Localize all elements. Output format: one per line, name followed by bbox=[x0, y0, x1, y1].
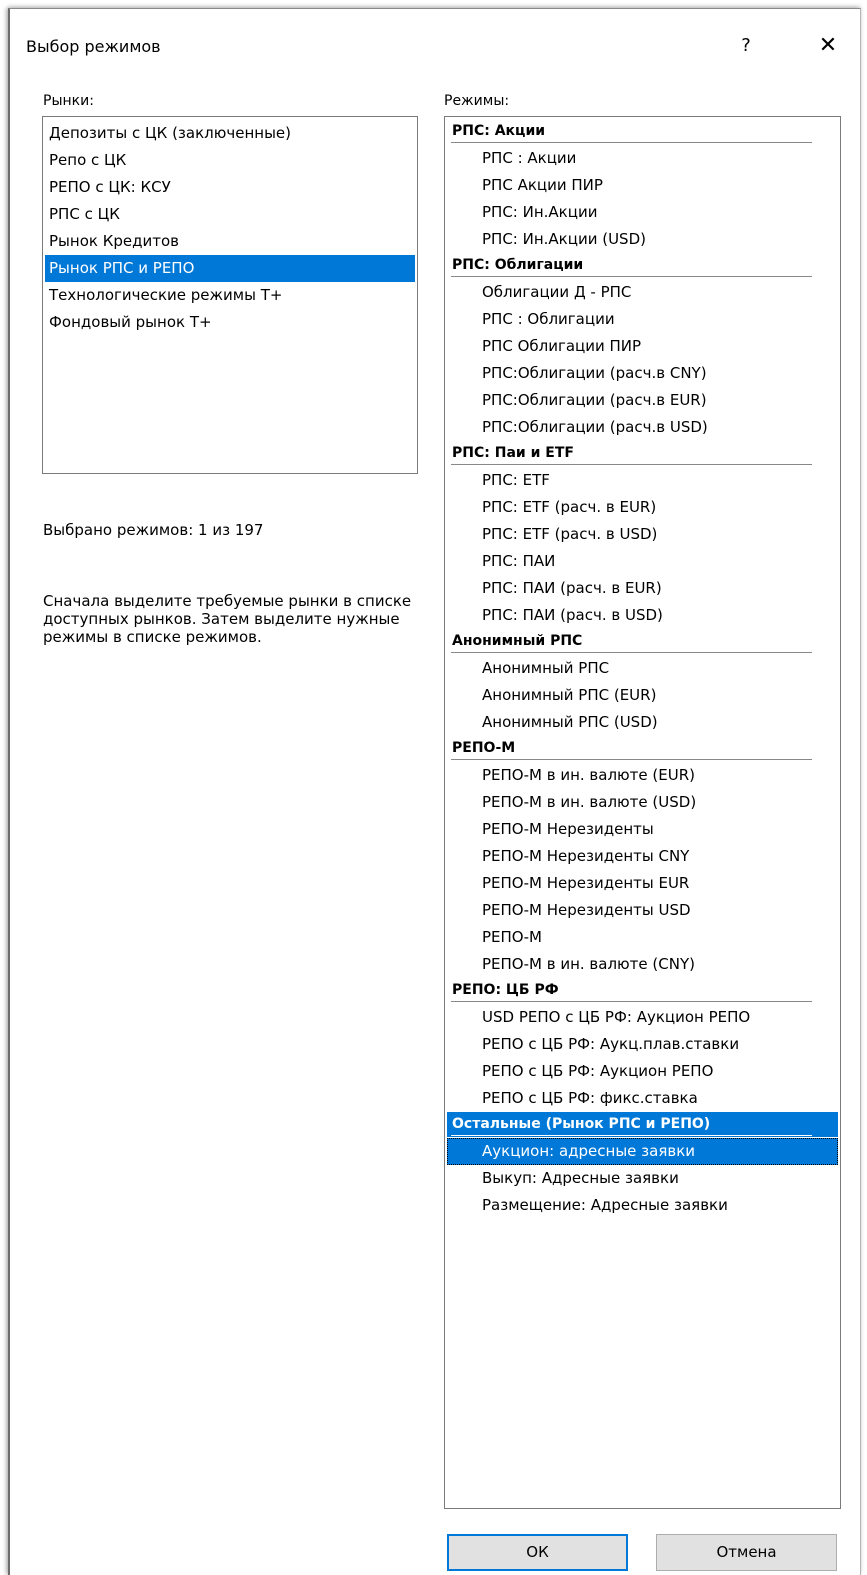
ok-button[interactable]: ОК bbox=[447, 1534, 628, 1571]
mode-group-header[interactable]: РЕПО-М bbox=[447, 736, 838, 761]
markets-listbox[interactable]: Депозиты с ЦК (заключенные) Репо с ЦК РЕПО… bbox=[42, 116, 418, 474]
mode-item[interactable]: РПС: ПАИ (расч. в USD) bbox=[447, 602, 838, 629]
market-item[interactable]: РПС с ЦК bbox=[45, 201, 415, 228]
mode-item[interactable]: РПС : Облигации bbox=[447, 306, 838, 333]
modes-label: Режимы: bbox=[444, 93, 510, 109]
mode-item[interactable]: РПС Акции ПИР bbox=[447, 172, 838, 199]
mode-item[interactable]: РЕПО-М bbox=[447, 924, 838, 951]
mode-item[interactable]: Выкуп: Адресные заявки bbox=[447, 1165, 838, 1192]
market-item[interactable]: Фондовый рынок Т+ bbox=[45, 309, 415, 336]
mode-item[interactable]: РПС : Акции bbox=[447, 145, 838, 172]
mode-item[interactable]: РПС:Облигации (расч.в CNY) bbox=[447, 360, 838, 387]
mode-item[interactable]: РПС: ETF (расч. в EUR) bbox=[447, 494, 838, 521]
mode-group: Анонимный РПС Анонимный РПС (EUR) Анонимны… bbox=[445, 655, 840, 736]
market-item[interactable]: РЕПО с ЦК: КСУ bbox=[45, 174, 415, 201]
help-button[interactable]: ? bbox=[726, 31, 766, 61]
mode-item[interactable]: РЕПО-М Нерезиденты bbox=[447, 816, 838, 843]
mode-group: USD РЕПО с ЦБ РФ: Аукцион РЕПО РЕПО с ЦБ … bbox=[445, 1004, 840, 1112]
mode-item[interactable]: РЕПО с ЦБ РФ: Аукц.плав.ставки bbox=[447, 1031, 838, 1058]
mode-item[interactable]: РЕПО с ЦБ РФ: Аукцион РЕПО bbox=[447, 1058, 838, 1085]
modes-listbox[interactable]: РПС: Акции РПС : Акции РПС Акции ПИР РПС: И… bbox=[444, 116, 841, 1509]
mode-item[interactable]: РПС: ПАИ (расч. в EUR) bbox=[447, 575, 838, 602]
market-item[interactable]: Репо с ЦК bbox=[45, 147, 415, 174]
close-icon: ✕ bbox=[818, 33, 838, 58]
markets-label: Рынки: bbox=[43, 93, 94, 109]
mode-item[interactable]: РПС: Ин.Акции bbox=[447, 199, 838, 226]
mode-item[interactable]: РЕПО-М в ин. валюте (CNY) bbox=[447, 951, 838, 978]
mode-item[interactable]: РПС: ETF bbox=[447, 467, 838, 494]
mode-group-header[interactable]: Остальные (Рынок РПС и РЕПО) bbox=[447, 1112, 838, 1137]
mode-item[interactable]: Анонимный РПС bbox=[447, 655, 838, 682]
mode-item[interactable]: РЕПО с ЦБ РФ: фикс.ставка bbox=[447, 1085, 838, 1112]
mode-group-header[interactable]: РПС: Паи и ETF bbox=[447, 441, 838, 466]
mode-item[interactable]: Аукцион: адресные заявки bbox=[447, 1138, 838, 1165]
market-item[interactable]: Рынок РПС и РЕПО bbox=[45, 255, 415, 282]
dialog-window: Выбор режимов ? ✕ Рынки: Депозиты с ЦК (… bbox=[8, 8, 861, 1575]
mode-item[interactable]: РЕПО-М Нерезиденты CNY bbox=[447, 843, 838, 870]
mode-item[interactable]: РПС: Ин.Акции (USD) bbox=[447, 226, 838, 253]
mode-group: Аукцион: адресные заявки Выкуп: Адресные … bbox=[445, 1138, 840, 1219]
mode-item[interactable]: РПС:Облигации (расч.в USD) bbox=[447, 414, 838, 441]
mode-item[interactable]: Анонимный РПС (EUR) bbox=[447, 682, 838, 709]
market-item[interactable]: Технологические режимы Т+ bbox=[45, 282, 415, 309]
mode-group: РЕПО-М в ин. валюте (EUR) РЕПО-М в ин. ва… bbox=[445, 762, 840, 978]
mode-item[interactable]: РЕПО-М в ин. валюте (EUR) bbox=[447, 762, 838, 789]
market-item[interactable]: Рынок Кредитов bbox=[45, 228, 415, 255]
mode-item[interactable]: Размещение: Адресные заявки bbox=[447, 1192, 838, 1219]
mode-item[interactable]: РЕПО-М Нерезиденты USD bbox=[447, 897, 838, 924]
mode-item[interactable]: USD РЕПО с ЦБ РФ: Аукцион РЕПО bbox=[447, 1004, 838, 1031]
mode-group: РПС: ETF РПС: ETF (расч. в EUR) РПС: ETF (… bbox=[445, 467, 840, 629]
close-button[interactable]: ✕ bbox=[808, 31, 848, 61]
mode-item[interactable]: Облигации Д - РПС bbox=[447, 279, 838, 306]
mode-item[interactable]: РЕПО-М Нерезиденты EUR bbox=[447, 870, 838, 897]
selected-count-text: Выбрано режимов: 1 из 197 bbox=[43, 521, 264, 539]
mode-item[interactable]: РПС: ПАИ bbox=[447, 548, 838, 575]
cancel-button[interactable]: Отмена bbox=[656, 1534, 837, 1571]
mode-item[interactable]: Анонимный РПС (USD) bbox=[447, 709, 838, 736]
dialog-title: Выбор режимов bbox=[26, 37, 161, 56]
mode-item[interactable]: РПС Облигации ПИР bbox=[447, 333, 838, 360]
market-item[interactable]: Депозиты с ЦК (заключенные) bbox=[45, 120, 415, 147]
hint-text: Сначала выделите требуемые рынки в списк… bbox=[43, 592, 412, 646]
mode-item[interactable]: РПС: ETF (расч. в USD) bbox=[447, 521, 838, 548]
mode-group-header[interactable]: Анонимный РПС bbox=[447, 629, 838, 654]
mode-group: Облигации Д - РПС РПС : Облигации РПС Обли… bbox=[445, 279, 840, 441]
mode-group-header[interactable]: РПС: Акции bbox=[447, 119, 838, 144]
mode-group-header[interactable]: РЕПО: ЦБ РФ bbox=[447, 978, 838, 1003]
mode-item[interactable]: РПС:Облигации (расч.в EUR) bbox=[447, 387, 838, 414]
title-bar: Выбор режимов ? ✕ bbox=[10, 9, 860, 83]
mode-item[interactable]: РЕПО-М в ин. валюте (USD) bbox=[447, 789, 838, 816]
mode-group: РПС : Акции РПС Акции ПИР РПС: Ин.Акции РПС… bbox=[445, 145, 840, 253]
mode-group-header[interactable]: РПС: Облигации bbox=[447, 253, 838, 278]
